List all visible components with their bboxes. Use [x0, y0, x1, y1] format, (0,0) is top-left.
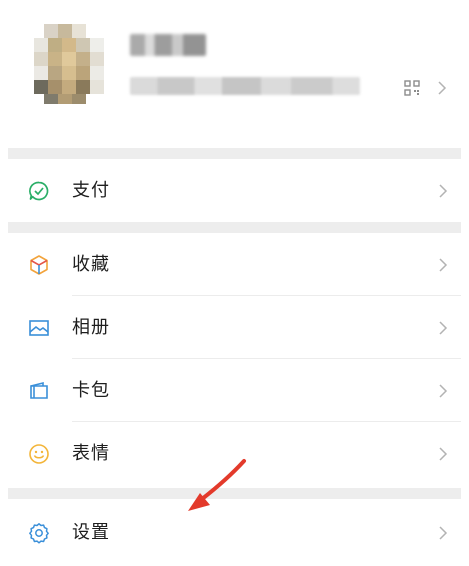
- chevron-right-icon: [439, 258, 448, 272]
- divider: [72, 421, 461, 422]
- red-pointer-arrow-icon: [188, 459, 246, 511]
- chevron-right-icon: [439, 526, 448, 540]
- avatar[interactable]: [34, 24, 108, 104]
- chevron-right-icon: [439, 321, 448, 335]
- favorites-cube-icon: [30, 255, 48, 275]
- menu-item-pay[interactable]: 支付: [8, 160, 461, 222]
- divider: [72, 358, 461, 359]
- menu-item-favorites[interactable]: 收藏: [8, 234, 461, 296]
- pay-icon: [29, 181, 49, 201]
- menu-item-label: 支付: [72, 180, 110, 201]
- menu-item-label: 设置: [72, 522, 110, 543]
- menu-item-card-wallet[interactable]: 卡包: [8, 360, 461, 422]
- chevron-right-icon: [439, 184, 448, 198]
- user-nickname-blurred: [130, 34, 206, 56]
- menu-item-label: 相册: [72, 317, 110, 338]
- user-id-blurred: [130, 77, 360, 95]
- divider: [72, 295, 461, 296]
- chevron-right-icon: [439, 447, 448, 461]
- section-gap: [8, 148, 461, 159]
- settings-gear-icon: [29, 523, 49, 544]
- menu-item-label: 表情: [72, 443, 110, 464]
- menu-item-label: 卡包: [72, 380, 110, 401]
- sticker-smile-icon: [29, 444, 49, 464]
- section-gap: [8, 222, 461, 233]
- qr-code-icon[interactable]: [404, 80, 420, 96]
- chevron-right-icon: [439, 384, 448, 398]
- menu-item-album[interactable]: 相册: [8, 297, 461, 359]
- card-wallet-icon: [30, 381, 48, 399]
- chevron-right-icon: [438, 81, 447, 95]
- album-icon: [29, 320, 49, 336]
- menu-item-label: 收藏: [72, 254, 110, 275]
- profile-header[interactable]: [0, 0, 469, 145]
